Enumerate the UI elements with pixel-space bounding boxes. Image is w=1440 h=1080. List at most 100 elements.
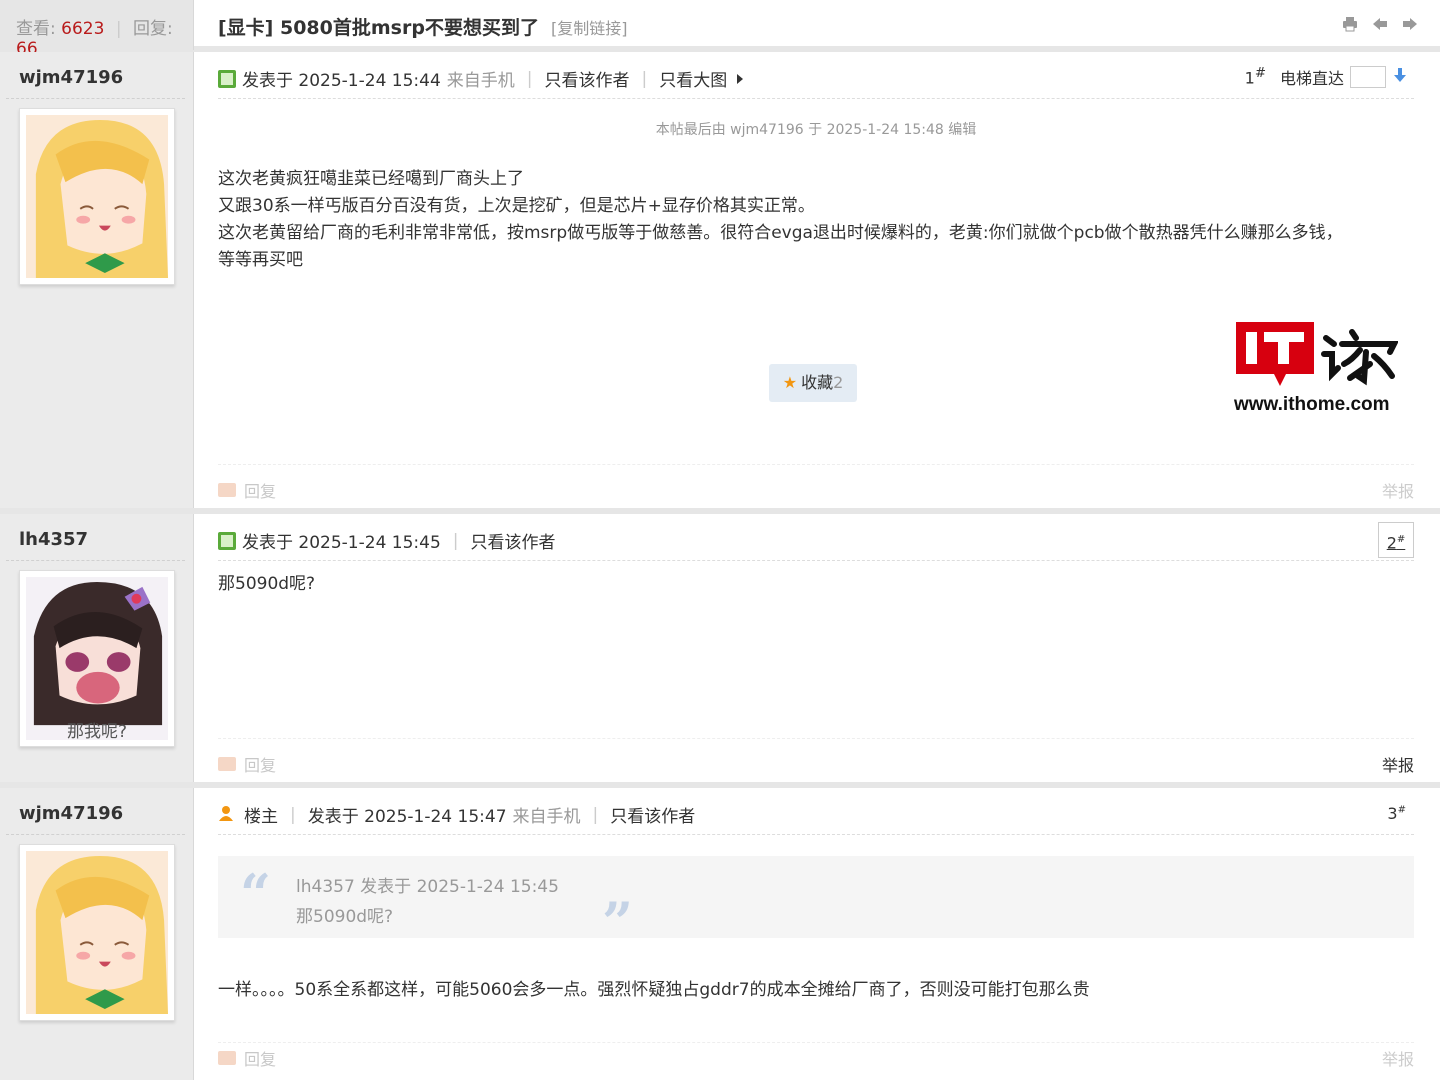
report-link[interactable]: 举报 bbox=[1382, 1046, 1414, 1070]
star-icon: ★ bbox=[782, 373, 798, 392]
floor-number[interactable]: 2# bbox=[1378, 522, 1414, 558]
reply-label: 回复 bbox=[244, 756, 277, 775]
divider bbox=[218, 98, 1414, 99]
reply-icon bbox=[218, 757, 236, 771]
elevator-input[interactable] bbox=[1350, 66, 1386, 88]
floor-elevator: 1# 电梯直达 bbox=[1245, 65, 1406, 89]
author-name[interactable]: lh4357 bbox=[19, 529, 88, 550]
post-meta: 发表于 2025-1-24 15:44 来自手机 | 只看该作者 | 只看大图 bbox=[218, 66, 744, 91]
thread-header: 查看: 6623 | 回复: 66 [显卡] 5080首批msrp不要想买到了 … bbox=[0, 0, 1440, 59]
author-name[interactable]: wjm47196 bbox=[19, 803, 123, 824]
divider bbox=[218, 834, 1414, 835]
post-content: 这次老黄疯狂噶韭菜已经噶到厂商头上了 又跟30系一样丐版百分百没有货，上次是挖矿… bbox=[218, 166, 1394, 274]
post-3: wjm47196 楼主 | 发表于 2025-1-24 15:47 来自手机 |… bbox=[0, 788, 1440, 1080]
divider: | bbox=[115, 19, 122, 39]
divider: | bbox=[452, 530, 459, 551]
avatar-image bbox=[26, 115, 168, 278]
views-label: 查看: bbox=[16, 19, 56, 39]
content-line: 一样。。。。50系全系都这样，可能5060会多一点。强烈怀疑独占gddr7的成本… bbox=[218, 980, 1090, 1000]
reply-icon bbox=[218, 1051, 236, 1065]
divider bbox=[218, 738, 1414, 739]
post-source: 来自手机 bbox=[512, 807, 581, 827]
post-source: 来自手机 bbox=[446, 71, 515, 91]
post-content: 那5090d呢? bbox=[218, 571, 1394, 598]
copy-link[interactable]: [复制链接] bbox=[551, 19, 628, 38]
divider: | bbox=[526, 68, 533, 89]
print-icon[interactable] bbox=[1342, 16, 1358, 32]
online-status-icon bbox=[218, 69, 236, 88]
close-quote-icon: ” bbox=[602, 890, 634, 954]
post-main: 楼主 | 发表于 2025-1-24 15:47 来自手机 | 只看该作者 3#… bbox=[218, 788, 1414, 1080]
replies-label: 回复: bbox=[132, 19, 173, 39]
thread-title: [显卡] 5080首批msrp不要想买到了 bbox=[218, 17, 539, 39]
post-1: wjm47196 发表于 2025-1-24 15:44 来自手机 | 只看该作… bbox=[0, 52, 1440, 508]
divider bbox=[218, 1042, 1414, 1043]
post-content: 一样。。。。50系全系都这样，可能5060会多一点。强烈怀疑独占gddr7的成本… bbox=[218, 977, 1394, 1004]
author-sidebar: wjm47196 bbox=[0, 788, 194, 1080]
avatar-image bbox=[26, 577, 168, 740]
reply-icon bbox=[218, 483, 236, 497]
online-status-icon bbox=[218, 531, 236, 550]
avatar-caption: 那我呢? bbox=[66, 722, 128, 742]
post-meta: 发表于 2025-1-24 15:45 | 只看该作者 bbox=[218, 528, 556, 553]
content-line: 这次老黄留给厂商的毛利非常非常低，按msrp做丐版等于做慈善。很符合evga退出… bbox=[218, 223, 1343, 243]
avatar-image bbox=[26, 851, 168, 1014]
post-main: 发表于 2025-1-24 15:44 来自手机 | 只看该作者 | 只看大图 … bbox=[218, 52, 1414, 508]
content-line: 那5090d呢? bbox=[218, 574, 316, 594]
reply-button[interactable]: 回复 bbox=[218, 478, 276, 502]
only-author-link[interactable]: 只看该作者 bbox=[471, 528, 556, 553]
content-line: 这次老黄疯狂噶韭菜已经噶到厂商头上了 bbox=[218, 169, 524, 189]
floor-number[interactable]: 3# bbox=[1387, 804, 1406, 823]
quote-text: 那5090d呢? bbox=[296, 907, 394, 927]
author-sidebar: lh4357 那我呢? bbox=[0, 514, 194, 782]
quote-meta: lh4357 发表于 2025-1-24 15:45 bbox=[296, 877, 559, 897]
prev-icon[interactable] bbox=[1372, 16, 1388, 32]
divider bbox=[6, 834, 185, 835]
favorite-button[interactable]: ★ 收藏2 bbox=[769, 364, 857, 402]
content-line: 又跟30系一样丐版百分百没有货，上次是挖矿，但是芯片+显存价格其实正常。 bbox=[218, 196, 815, 216]
reply-label: 回复 bbox=[244, 482, 277, 501]
author-sidebar: wjm47196 bbox=[0, 52, 194, 508]
avatar[interactable] bbox=[19, 108, 175, 285]
user-icon bbox=[218, 805, 234, 825]
ithome-logo-mark bbox=[1236, 322, 1399, 386]
avatar[interactable]: 那我呢? bbox=[19, 570, 175, 747]
report-link[interactable]: 举报 bbox=[1382, 752, 1414, 776]
avatar[interactable] bbox=[19, 844, 175, 1021]
arrow-down-icon[interactable] bbox=[1394, 68, 1406, 86]
only-author-link[interactable]: 只看该作者 bbox=[545, 66, 630, 91]
favorite-count: 2 bbox=[833, 373, 844, 392]
reply-button[interactable]: 回复 bbox=[218, 1046, 276, 1070]
next-icon[interactable] bbox=[1402, 16, 1418, 32]
post-time: 发表于 2025-1-24 15:47 bbox=[307, 807, 507, 827]
divider bbox=[6, 560, 185, 561]
divider: | bbox=[592, 804, 599, 825]
open-quote-icon: “ bbox=[240, 862, 272, 926]
thread-stats: 查看: 6623 | 回复: 66 bbox=[0, 0, 194, 59]
divider: | bbox=[290, 804, 296, 825]
only-author-link[interactable]: 只看该作者 bbox=[610, 802, 695, 827]
divider: | bbox=[641, 68, 648, 89]
report-link[interactable]: 举报 bbox=[1382, 478, 1414, 502]
caret-right-icon[interactable] bbox=[737, 73, 744, 84]
favorite-label: 收藏 bbox=[801, 373, 834, 392]
big-image-link[interactable]: 只看大图 bbox=[659, 66, 727, 91]
author-name[interactable]: wjm47196 bbox=[19, 67, 123, 88]
reply-button[interactable]: 回复 bbox=[218, 752, 276, 776]
thread-actions bbox=[1342, 16, 1418, 32]
thread-title-wrap: [显卡] 5080首批msrp不要想买到了 [复制链接] bbox=[218, 13, 628, 40]
divider bbox=[218, 464, 1414, 465]
floor-number[interactable]: 1# bbox=[1245, 66, 1266, 87]
quote-block: “ lh4357 发表于 2025-1-24 15:45 那5090d呢? ” bbox=[218, 856, 1414, 954]
elevator-label: 电梯直达 bbox=[1279, 69, 1344, 88]
reply-label: 回复 bbox=[244, 1050, 277, 1069]
divider bbox=[6, 98, 185, 99]
post-main: 发表于 2025-1-24 15:45 | 只看该作者 2# 那5090d呢? … bbox=[218, 514, 1414, 782]
post-2: lh4357 那我呢? 发表于 2025-1-24 15:45 | 只看该作者 bbox=[0, 514, 1440, 782]
post-time: 发表于 2025-1-24 15:45 bbox=[242, 533, 441, 553]
views-count: 6623 bbox=[61, 19, 105, 39]
divider bbox=[218, 560, 1414, 561]
owner-badge: 楼主 bbox=[244, 807, 278, 827]
post-time: 发表于 2025-1-24 15:44 bbox=[242, 71, 441, 91]
edit-note: 本帖最后由 wjm47196 于 2025-1-24 15:48 编辑 bbox=[655, 122, 977, 138]
